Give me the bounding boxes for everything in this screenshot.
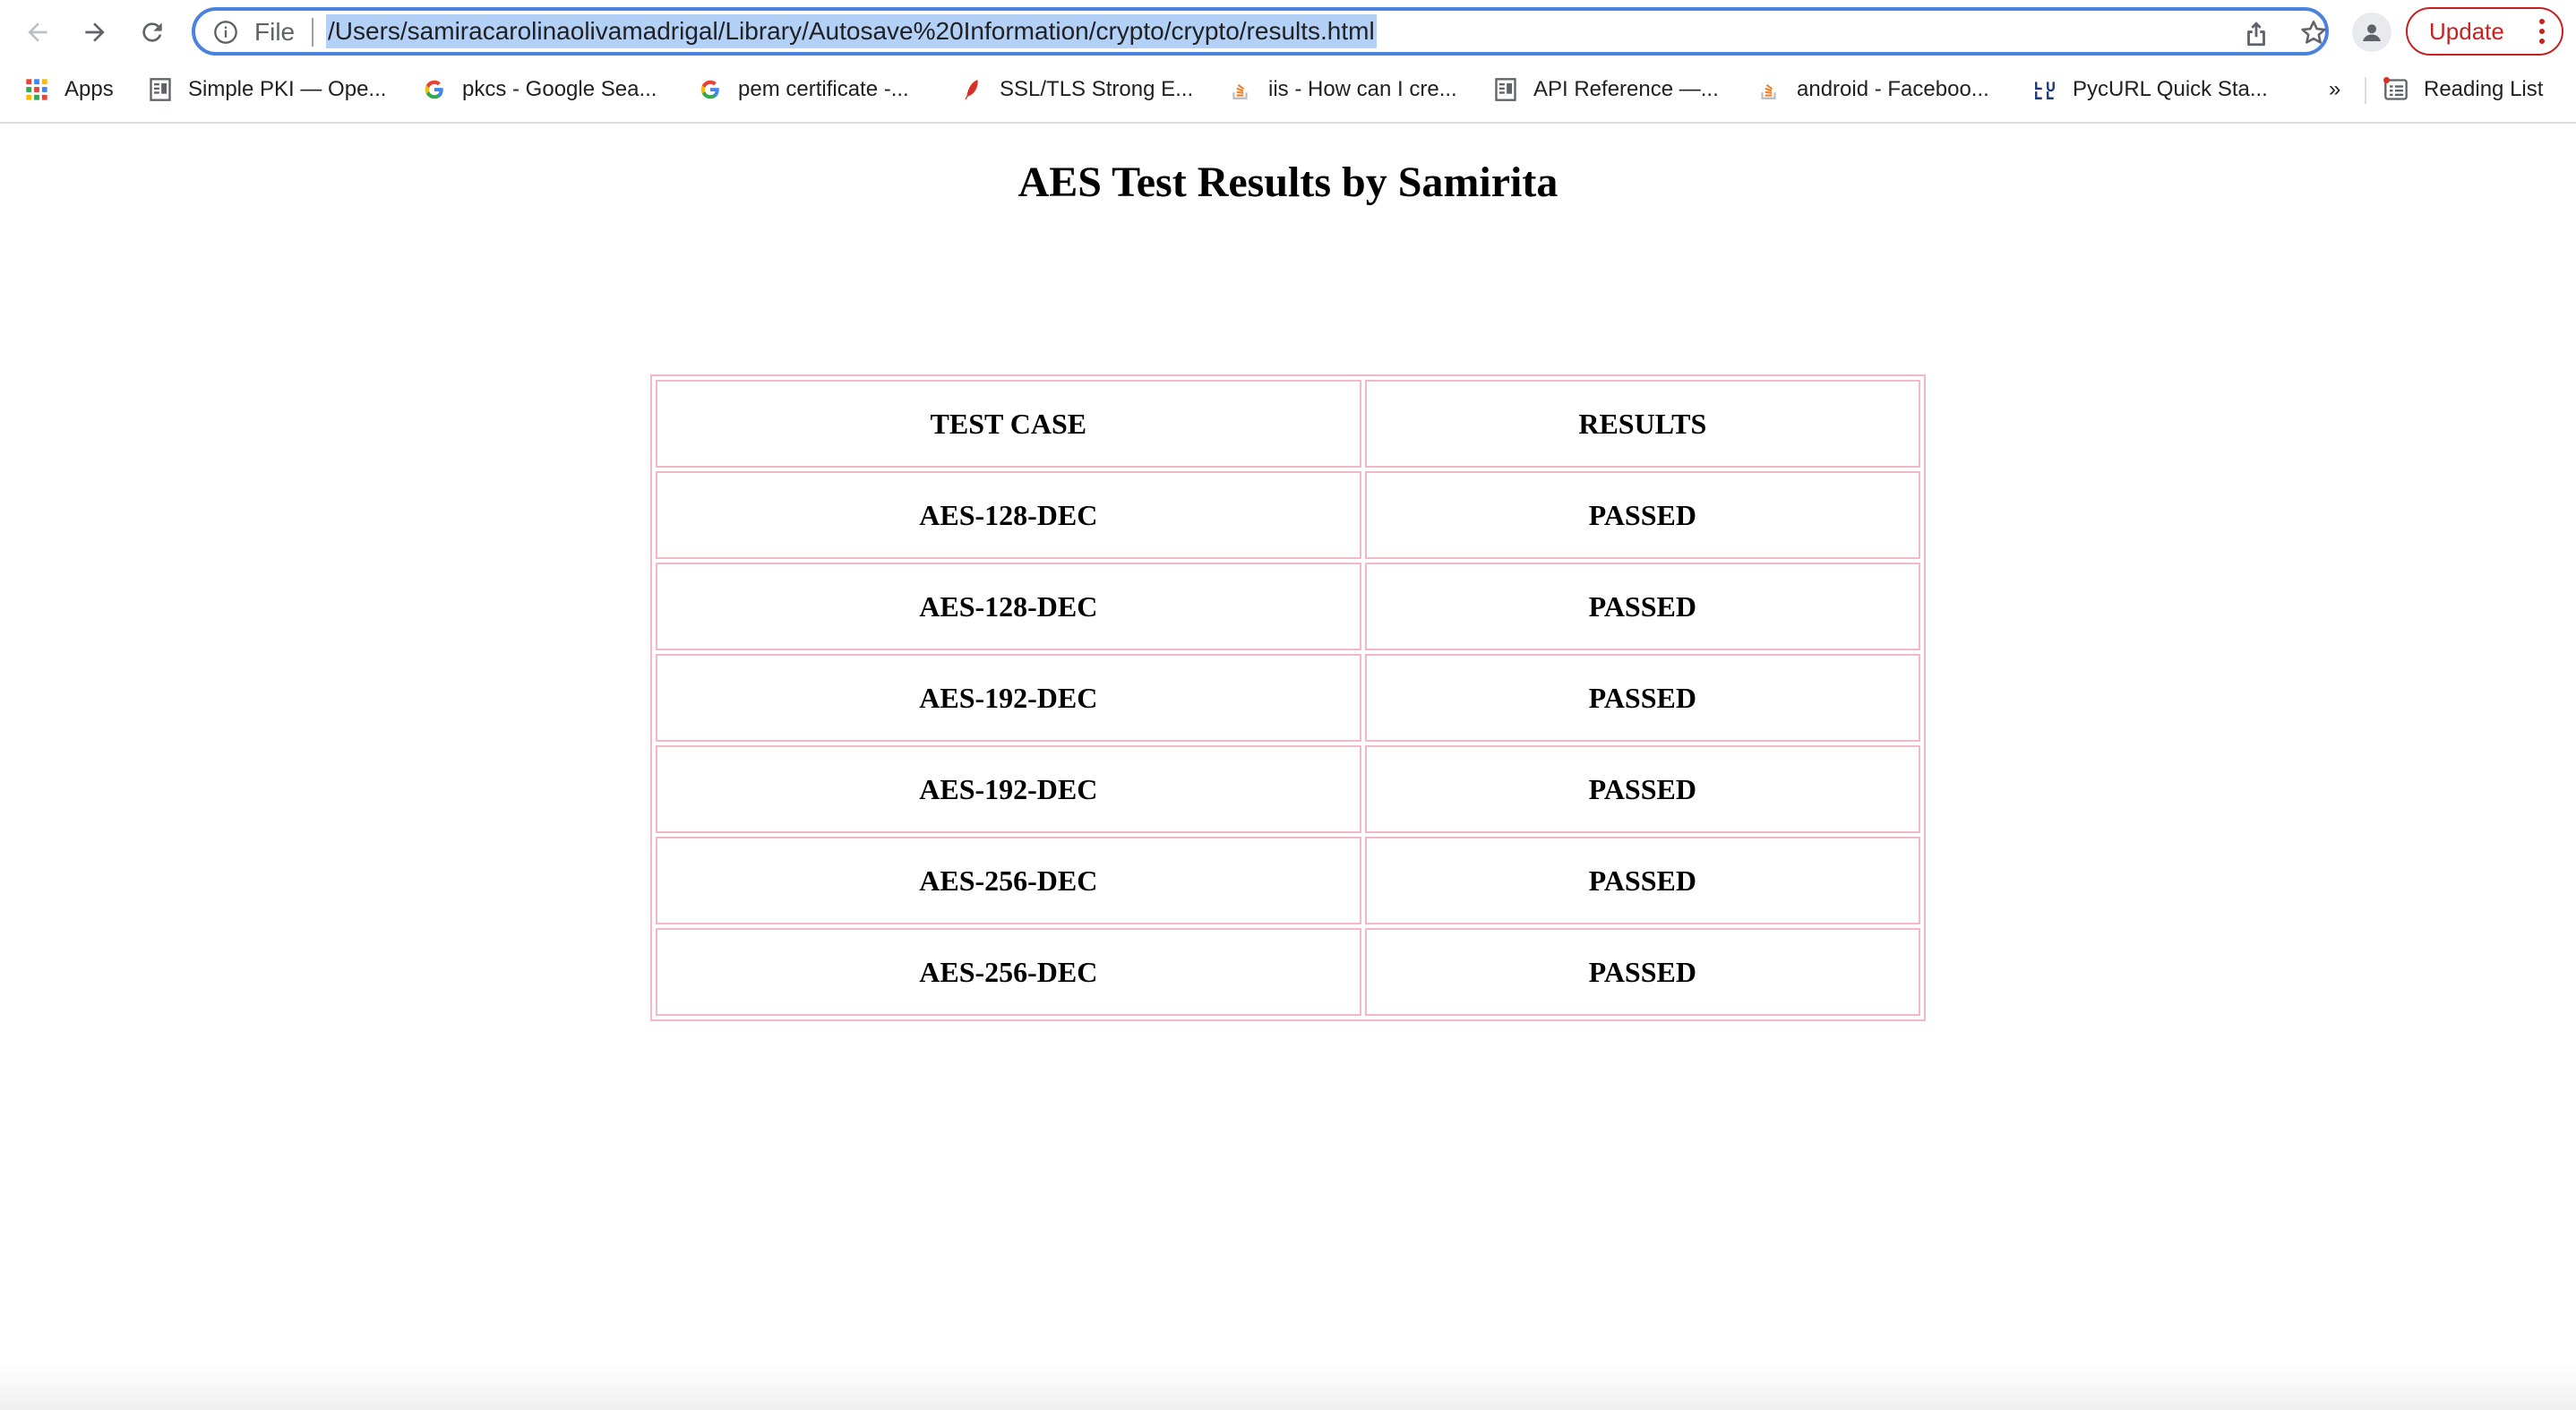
page-title: AES Test Results by Samirita xyxy=(1018,159,1558,206)
table-row: AES-256-DEC PASSED xyxy=(656,837,1920,924)
info-icon[interactable] xyxy=(213,20,238,45)
url-text[interactable]: /Users/samiracarolinaolivamadrigal/Libra… xyxy=(326,14,1377,48)
reading-list-label: Reading List xyxy=(2424,77,2544,101)
bookmark-pkcs-google[interactable]: pkcs - Google Sea... xyxy=(421,72,657,107)
window-bottom-shadow xyxy=(0,1362,2576,1410)
bookmark-label: SSL/TLS Strong E... xyxy=(1000,77,1194,101)
update-button[interactable]: Update xyxy=(2406,7,2563,56)
bookmark-label: API Reference —... xyxy=(1533,77,1719,101)
bookmark-label: android - Faceboo... xyxy=(1797,77,1989,101)
apps-grid-icon xyxy=(23,76,50,103)
bookmarks-divider xyxy=(2365,77,2366,104)
column-header-results: RESULTS xyxy=(1364,380,1920,468)
reload-icon xyxy=(142,22,162,42)
bookmark-iis[interactable]: iis - How can I cre... xyxy=(1227,72,1457,107)
test-case-cell: AES-256-DEC xyxy=(656,928,1361,1016)
browser-chrome: File /Users/samiracarolinaolivamadrigal/… xyxy=(0,0,2576,124)
test-case-cell: AES-128-DEC xyxy=(656,563,1361,650)
test-case-cell: AES-256-DEC xyxy=(656,837,1361,924)
feather-icon xyxy=(958,76,985,103)
bookmark-label: pem certificate -... xyxy=(738,77,909,101)
address-bar[interactable]: File /Users/samiracarolinaolivamadrigal/… xyxy=(192,7,2329,56)
share-icon[interactable] xyxy=(2241,18,2271,48)
bookmarks-bar: Apps Simple PKI — Ope... pkcs - Google S… xyxy=(0,68,2576,113)
browser-toolbar: File /Users/samiracarolinaolivamadrigal/… xyxy=(0,0,2576,64)
table-row: AES-128-DEC PASSED xyxy=(656,471,1920,559)
forward-button[interactable] xyxy=(75,13,115,52)
bookmark-api-reference[interactable]: API Reference —... xyxy=(1492,72,1719,107)
table-row: AES-192-DEC PASSED xyxy=(656,654,1920,742)
result-cell: PASSED xyxy=(1364,837,1920,924)
table-header-row: TEST CASE RESULTS xyxy=(656,380,1920,468)
scheme-label: File xyxy=(254,18,296,46)
test-case-cell: AES-128-DEC xyxy=(656,471,1361,559)
result-cell: PASSED xyxy=(1364,745,1920,833)
reload-button[interactable] xyxy=(133,13,172,52)
test-case-cell: AES-192-DEC xyxy=(656,654,1361,742)
forward-arrow-icon xyxy=(85,22,105,42)
result-cell: PASSED xyxy=(1364,928,1920,1016)
back-button[interactable] xyxy=(18,13,57,52)
profile-button[interactable] xyxy=(2352,13,2391,52)
bookmark-label: iis - How can I cre... xyxy=(1268,77,1457,101)
bookmarks-overflow-button[interactable]: » xyxy=(2329,72,2340,107)
curl-icon xyxy=(2031,76,2058,103)
stackoverflow-icon xyxy=(1227,76,1254,103)
bookmark-android-facebook[interactable]: android - Faceboo... xyxy=(1756,72,1989,107)
bookmark-label: pkcs - Google Sea... xyxy=(462,77,657,101)
table-row: AES-128-DEC PASSED xyxy=(656,563,1920,650)
bookmark-ssl-tls[interactable]: SSL/TLS Strong E... xyxy=(958,72,1193,107)
avatar-icon xyxy=(2363,24,2381,41)
google-icon xyxy=(421,76,448,103)
result-cell: PASSED xyxy=(1364,563,1920,650)
result-cell: PASSED xyxy=(1364,654,1920,742)
column-header-test-case: TEST CASE xyxy=(656,380,1361,468)
bookmark-simple-pki[interactable]: Simple PKI — Ope... xyxy=(147,72,386,107)
reading-list-button[interactable]: Reading List xyxy=(2383,72,2543,107)
bookmark-apps[interactable]: Apps xyxy=(23,72,114,107)
google-icon xyxy=(697,76,724,103)
bookmark-star-icon[interactable] xyxy=(2298,18,2329,48)
back-arrow-icon xyxy=(28,22,47,42)
update-label: Update xyxy=(2429,17,2504,45)
document-icon xyxy=(1492,76,1519,103)
reading-list-icon xyxy=(2383,76,2409,103)
test-case-cell: AES-192-DEC xyxy=(656,745,1361,833)
bookmark-pem-certificate[interactable]: pem certificate -... xyxy=(697,72,909,107)
result-cell: PASSED xyxy=(1364,471,1920,559)
table-row: AES-192-DEC PASSED xyxy=(656,745,1920,833)
bookmark-label: Simple PKI — Ope... xyxy=(188,77,387,101)
bookmark-pycurl[interactable]: PycURL Quick Sta... xyxy=(2031,72,2268,107)
stackoverflow-icon xyxy=(1756,76,1782,103)
results-table: TEST CASE RESULTS AES-128-DEC PASSED AES… xyxy=(650,374,1926,1021)
document-icon xyxy=(147,76,174,103)
overflow-chevron-icon: » xyxy=(2329,77,2341,101)
kebab-menu-icon[interactable] xyxy=(2538,18,2546,45)
bookmark-label: PycURL Quick Sta... xyxy=(2073,77,2268,101)
bookmark-label: Apps xyxy=(64,77,114,101)
omnibox-divider xyxy=(312,18,313,47)
table-row: AES-256-DEC PASSED xyxy=(656,928,1920,1016)
